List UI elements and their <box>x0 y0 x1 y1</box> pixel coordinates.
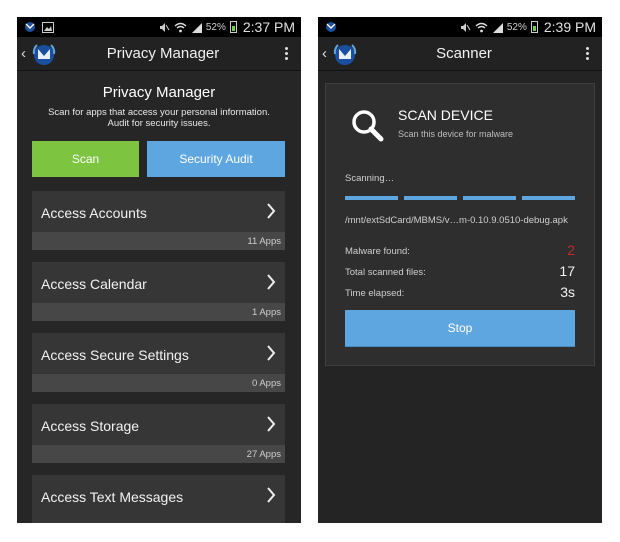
chevron-right-icon <box>267 203 276 219</box>
access-item-secure-settings[interactable]: Access Secure Settings 0 Apps <box>32 333 285 392</box>
privacy-manager-screen: 52% 2:37 PM ‹ Privacy Manager Privacy Ma… <box>17 17 301 523</box>
access-item-storage[interactable]: Access Storage 27 Apps <box>32 404 285 463</box>
app-count: 27 Apps <box>246 449 281 460</box>
malware-found-value: 2 <box>567 242 575 258</box>
access-item-label: Access Storage <box>41 418 140 434</box>
app-count: 11 Apps <box>247 236 281 247</box>
battery-percent: 52% <box>205 21 226 33</box>
stat-label: Malware found: <box>345 246 410 257</box>
signal-icon <box>492 22 503 33</box>
action-bar: ‹ Scanner <box>318 37 602 71</box>
action-bar-title: Scanner <box>436 45 492 62</box>
progress-segment <box>463 196 516 200</box>
app-count: 1 Apps <box>251 307 281 318</box>
access-item-accounts[interactable]: Access Accounts 11 Apps <box>32 191 285 250</box>
scanner-screen: 52% 2:39 PM ‹ Scanner SCAN DEVICE Scan t… <box>318 17 602 523</box>
battery-icon <box>229 21 237 33</box>
scan-progress-bar <box>345 196 575 200</box>
battery-icon <box>530 21 538 33</box>
app-notification-icon <box>326 22 336 32</box>
image-notification-icon <box>42 21 54 33</box>
status-time: 2:37 PM <box>242 19 295 35</box>
battery-percent: 52% <box>506 21 527 33</box>
malware-found-row: Malware found: 2 <box>345 242 575 258</box>
chevron-right-icon <box>267 416 276 432</box>
access-item-text-messages[interactable]: Access Text Messages <box>32 475 285 523</box>
stat-label: Total scanned files: <box>345 267 426 278</box>
overflow-menu-icon[interactable] <box>279 47 293 60</box>
stat-label: Time elapsed: <box>345 288 405 299</box>
access-category-list: Access Accounts 11 Apps Access Calendar … <box>32 191 285 523</box>
chevron-right-icon <box>267 345 276 361</box>
description-line-1: Scan for apps that access your personal … <box>48 107 270 118</box>
scanner-content: SCAN DEVICE Scan this device for malware… <box>318 71 602 523</box>
page-description: Scan for apps that access your personal … <box>17 107 301 129</box>
scanning-label: Scanning… <box>345 173 395 184</box>
total-scanned-files-row: Total scanned files: 17 <box>345 263 575 279</box>
chevron-right-icon <box>267 487 276 503</box>
progress-segment <box>345 196 398 200</box>
chevron-right-icon <box>267 274 276 290</box>
action-bar-title: Privacy Manager <box>106 45 220 62</box>
access-item-label: Access Calendar <box>41 276 147 292</box>
app-logo-icon[interactable] <box>31 41 57 67</box>
status-bar: 52% 2:39 PM <box>318 17 602 37</box>
app-count: 0 Apps <box>251 378 281 389</box>
scan-device-panel: SCAN DEVICE Scan this device for malware… <box>325 83 595 366</box>
time-elapsed-row: Time elapsed: 3s <box>345 284 575 300</box>
total-scanned-files-value: 17 <box>559 263 575 279</box>
security-audit-button[interactable]: Security Audit <box>147 141 285 177</box>
overflow-menu-icon[interactable] <box>580 47 594 60</box>
back-chevron-icon[interactable]: ‹ <box>21 45 29 62</box>
app-notification-icon <box>25 22 35 32</box>
privacy-manager-content: Privacy Manager Scan for apps that acces… <box>17 71 301 523</box>
access-item-label: Access Secure Settings <box>41 347 189 363</box>
access-item-label: Access Accounts <box>41 205 147 221</box>
mute-icon <box>159 22 170 32</box>
status-time: 2:39 PM <box>543 19 596 35</box>
progress-segment <box>404 196 457 200</box>
access-item-label: Access Text Messages <box>41 489 184 505</box>
scan-device-title: SCAN DEVICE <box>398 107 493 123</box>
action-button-row: Scan Security Audit <box>32 141 285 177</box>
access-item-calendar[interactable]: Access Calendar 1 Apps <box>32 262 285 321</box>
magnifier-icon <box>352 110 384 142</box>
time-elapsed-value: 3s <box>560 284 575 300</box>
stop-button[interactable]: Stop <box>345 310 575 347</box>
back-chevron-icon[interactable]: ‹ <box>322 45 330 62</box>
access-item-footer <box>32 374 285 392</box>
wifi-icon <box>475 22 488 32</box>
description-line-2: Audit for security issues. <box>107 118 211 129</box>
page-heading: Privacy Manager <box>102 84 216 101</box>
scan-device-subtitle: Scan this device for malware <box>398 129 514 139</box>
mute-icon <box>460 22 471 32</box>
wifi-icon <box>174 22 187 32</box>
current-file-path: /mnt/extSdCard/MBMS/v…m-0.10.9.0510-debu… <box>345 215 568 226</box>
status-bar: 52% 2:37 PM <box>17 17 301 37</box>
scan-button[interactable]: Scan <box>32 141 139 177</box>
app-logo-icon[interactable] <box>332 41 358 67</box>
progress-segment <box>522 196 575 200</box>
access-item-footer <box>32 303 285 321</box>
signal-icon <box>191 22 202 33</box>
action-bar: ‹ Privacy Manager <box>17 37 301 71</box>
